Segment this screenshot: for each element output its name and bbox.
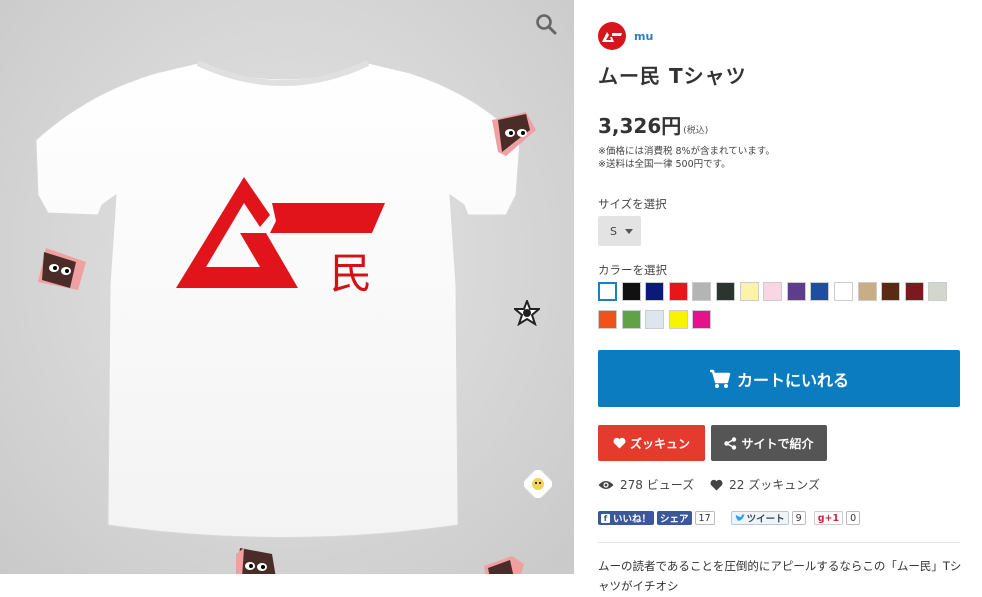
product-description: ムーの読者であることを圧倒的にアピールするならこの「ムー民」Tシャツがイチオシ <box>598 559 962 593</box>
eyes-sticker <box>492 112 536 156</box>
eyes-sticker <box>484 556 524 574</box>
favorite-label: ズッキュン <box>629 436 690 451</box>
social-buttons: f いいね！ シェア 17 ツイート 9 g+1 0 <box>598 511 861 525</box>
color-swatch[interactable] <box>787 282 806 301</box>
tax-note: ※価格には消費税 8%が含まれています。 <box>598 146 775 157</box>
price-value: 3,326円 <box>598 114 682 138</box>
price-notes: ※価格には消費税 8%が含まれています。 ※送料は全国一律 500円です。 <box>598 145 775 171</box>
likes-stat: 22 ズッキュンズ <box>710 476 820 493</box>
google-plus-label: g+1 <box>817 512 840 524</box>
likes-count: 22 ズッキュンズ <box>729 478 820 492</box>
product-title: ムー民 Tシャツ <box>598 64 747 88</box>
eyes-sticker <box>38 248 86 290</box>
tweet-count: 9 <box>791 511 806 525</box>
size-select[interactable]: S <box>598 216 641 246</box>
color-swatch[interactable] <box>928 282 947 301</box>
color-swatch[interactable] <box>834 282 853 301</box>
shop-name[interactable]: mu <box>634 30 653 43</box>
color-swatch[interactable] <box>622 310 641 329</box>
cart-icon <box>709 369 731 388</box>
svg-text:民: 民 <box>330 249 372 298</box>
price-tax-label: (税込) <box>683 126 709 136</box>
facebook-like-label: いいね！ <box>613 514 652 525</box>
tweet-label: ツイート <box>746 514 785 525</box>
color-swatch[interactable] <box>810 282 829 301</box>
chevron-down-icon <box>625 228 633 234</box>
color-swatch[interactable] <box>692 282 711 301</box>
heart-icon <box>613 437 626 449</box>
color-swatch[interactable] <box>622 282 641 301</box>
share-icon <box>724 436 737 450</box>
color-swatch[interactable] <box>763 282 782 301</box>
share-site-button[interactable]: サイトで紹介 <box>711 425 827 461</box>
shop-link[interactable]: mu <box>598 22 653 50</box>
color-swatch[interactable] <box>645 310 664 329</box>
size-label: サイズを選択 <box>598 197 667 211</box>
color-swatch[interactable] <box>716 282 735 301</box>
views-count: 278 ビューズ <box>620 478 695 492</box>
eye-icon <box>598 480 614 489</box>
color-swatch[interactable] <box>669 282 688 301</box>
size-selected-value: S <box>610 224 617 238</box>
color-swatch[interactable] <box>740 282 759 301</box>
color-swatch[interactable] <box>905 282 924 301</box>
color-swatch[interactable] <box>598 310 617 329</box>
product-stats: 278 ビューズ 22 ズッキュンズ <box>598 476 820 493</box>
mu-logo-icon <box>598 22 626 50</box>
heart-icon <box>710 479 723 490</box>
search-icon[interactable] <box>534 12 558 36</box>
color-swatch[interactable] <box>881 282 900 301</box>
tweet-button[interactable]: ツイート <box>730 511 789 525</box>
add-to-cart-button[interactable]: カートにいれる <box>598 350 960 407</box>
character-sticker <box>524 470 552 498</box>
share-site-label: サイトで紹介 <box>741 436 814 451</box>
facebook-share-button[interactable]: シェア <box>657 511 692 525</box>
color-swatch[interactable] <box>645 282 664 301</box>
facebook-share-count: 17 <box>694 511 715 525</box>
google-plus-button[interactable]: g+1 <box>813 511 844 525</box>
favorite-button[interactable]: ズッキュン <box>598 425 705 461</box>
facebook-share-label: シェア <box>660 514 689 525</box>
shipping-note: ※送料は全国一律 500円です。 <box>598 159 731 170</box>
color-swatch[interactable] <box>858 282 877 301</box>
facebook-like-button[interactable]: f いいね！ <box>598 511 655 525</box>
color-swatch[interactable] <box>692 310 711 329</box>
product-price: 3,326円 (税込) <box>598 110 708 139</box>
color-swatch[interactable] <box>598 282 617 301</box>
tshirt-image: 民 <box>35 60 521 538</box>
facebook-icon: f <box>601 513 610 523</box>
product-image-gallery[interactable]: 民 <box>0 0 574 574</box>
divider <box>598 542 960 543</box>
twitter-bird-icon <box>734 514 745 521</box>
color-swatch[interactable] <box>669 310 688 329</box>
eyes-sticker <box>236 548 276 574</box>
color-label: カラーを選択 <box>598 263 667 277</box>
views-stat: 278 ビューズ <box>598 476 694 493</box>
star-face-sticker <box>514 300 540 326</box>
google-plus-count: 0 <box>846 511 861 525</box>
add-to-cart-label: カートにいれる <box>736 370 849 390</box>
